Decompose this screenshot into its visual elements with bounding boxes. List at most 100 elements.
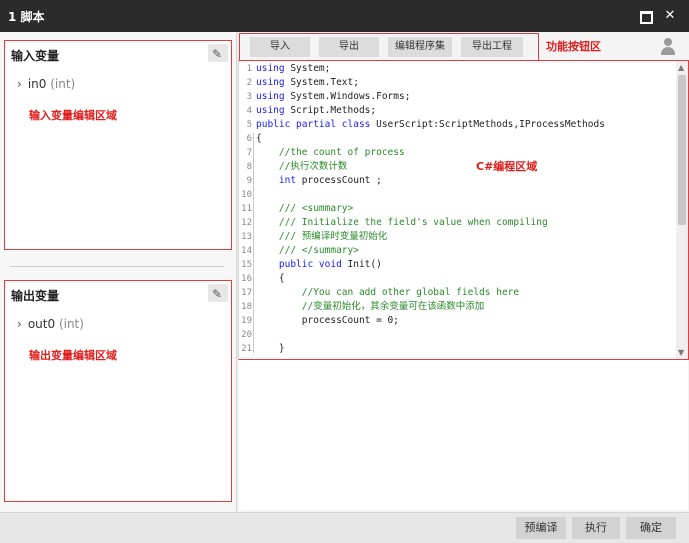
code-token: public partial class xyxy=(256,119,371,130)
code-token: //the count of process xyxy=(256,147,405,158)
execute-button[interactable]: 执行 xyxy=(572,517,620,539)
code-token: { xyxy=(256,133,262,144)
confirm-button[interactable]: 确定 xyxy=(626,517,676,539)
line-number: 11 xyxy=(241,204,252,214)
script-editor-area: 导入 导出 编辑程序集 导出工程 功能按钮区 1 2 3 4 5 6 7 8 9 10 11 12 13… xyxy=(238,32,689,512)
code-token: System.Text; xyxy=(284,77,359,88)
export-button[interactable]: 导出 xyxy=(319,37,379,57)
line-number: 18 xyxy=(241,302,252,312)
edit-output-variables-button[interactable]: ✎ xyxy=(208,284,228,302)
line-number-gutter: 1 2 3 4 5 6 7 8 9 10 11 12 13 14 15 16 17 18 19 20 21 xyxy=(239,61,253,359)
line-number: 4 xyxy=(246,106,252,116)
code-token: processCount ; xyxy=(296,175,382,186)
code-line[interactable]: public void Init() xyxy=(256,258,382,272)
code-token: /// 预编译时变量初始化 xyxy=(256,231,388,242)
code-token: public void xyxy=(256,259,342,270)
code-token: { xyxy=(256,273,285,284)
line-number: 7 xyxy=(246,148,252,158)
code-token: Script.Methods; xyxy=(284,105,377,116)
line-number: 2 xyxy=(246,78,252,88)
footer-bar: 预编译 执行 确定 xyxy=(0,512,689,543)
pencil-icon: ✎ xyxy=(212,47,223,61)
output-variable-type: (int) xyxy=(58,317,84,331)
line-number: 9 xyxy=(246,176,252,186)
vertical-scrollbar[interactable]: ▲ ▼ xyxy=(676,61,688,359)
code-line[interactable]: //变量初始化，其余变量可在该函数中添加 xyxy=(256,300,484,314)
line-number: 12 xyxy=(241,218,252,228)
input-variables-title: 输入变量 xyxy=(11,49,60,63)
code-line[interactable]: using System; xyxy=(256,62,330,76)
line-number: 13 xyxy=(241,232,252,242)
maximize-icon[interactable] xyxy=(637,7,655,25)
code-token: //You can add other global fields here xyxy=(256,287,520,298)
fold-guide xyxy=(253,133,254,353)
code-line[interactable]: public partial class UserScript:ScriptMe… xyxy=(256,118,605,132)
close-icon[interactable]: ✕ xyxy=(661,7,679,25)
line-number: 19 xyxy=(241,316,252,326)
output-variables-title: 输出变量 xyxy=(11,289,60,303)
code-token: Init() xyxy=(341,259,382,270)
function-buttons-annotation: 功能按钮区 xyxy=(546,40,601,53)
code-line[interactable]: processCount = 0; xyxy=(256,314,399,328)
code-line[interactable]: //the count of process xyxy=(256,146,405,160)
line-number: 10 xyxy=(241,190,252,200)
edit-input-variables-button[interactable]: ✎ xyxy=(208,44,228,62)
input-variables-panel: 输入变量 ✎ › in0 (int) 输入变量编辑区域 xyxy=(4,40,232,250)
chevron-right-icon: › xyxy=(17,77,22,91)
line-number: 17 xyxy=(241,288,252,298)
line-number: 8 xyxy=(246,162,252,172)
input-area-annotation: 输入变量编辑区域 xyxy=(29,109,117,122)
input-variable-item[interactable]: › in0 (int) xyxy=(17,77,75,91)
code-token: //执行次数计数 xyxy=(256,161,348,172)
precompile-button[interactable]: 预编译 xyxy=(516,517,566,539)
variables-sidebar: 输入变量 ✎ › in0 (int) 输入变量编辑区域 输出变量 ✎ › out0 … xyxy=(0,32,237,512)
title-bar: 1 脚本 ✕ xyxy=(0,0,689,32)
input-variable-type: (int) xyxy=(50,77,76,91)
code-token: } xyxy=(256,343,285,354)
user-icon[interactable] xyxy=(660,38,676,56)
line-number: 14 xyxy=(241,246,252,256)
code-line[interactable]: { xyxy=(256,272,285,286)
code-token: using xyxy=(256,91,285,102)
code-token: using xyxy=(256,77,285,88)
code-line[interactable]: //You can add other global fields here xyxy=(256,286,519,300)
panel-divider[interactable] xyxy=(10,266,224,267)
code-token: //变量初始化，其余变量可在该函数中添加 xyxy=(256,301,485,312)
code-token: UserScript:ScriptMethods,IProcessMethods xyxy=(370,119,605,130)
edit-assembly-button[interactable]: 编辑程序集 xyxy=(388,37,452,57)
scrollbar-thumb[interactable] xyxy=(678,75,686,225)
code-line[interactable]: int processCount ; xyxy=(256,174,382,188)
code-editor[interactable]: 1 2 3 4 5 6 7 8 9 10 11 12 13 14 15 16 17 18 19 20 21 using … xyxy=(238,60,689,360)
function-button-bar: 导入 导出 编辑程序集 导出工程 xyxy=(239,33,539,61)
code-line[interactable]: /// </summary> xyxy=(256,244,359,258)
export-project-button[interactable]: 导出工程 xyxy=(461,37,523,57)
code-line[interactable]: using System.Text; xyxy=(256,76,359,90)
import-button[interactable]: 导入 xyxy=(250,37,310,57)
code-token: System; xyxy=(284,63,331,74)
code-token: processCount = 0; xyxy=(256,315,399,326)
pencil-icon: ✎ xyxy=(212,287,223,301)
code-line[interactable]: } xyxy=(256,342,285,356)
code-token: using xyxy=(256,105,285,116)
line-number: 5 xyxy=(246,120,252,130)
code-line[interactable]: { xyxy=(256,132,262,146)
code-line[interactable]: using System.Windows.Forms; xyxy=(256,90,410,104)
code-line[interactable]: /// 预编译时变量初始化 xyxy=(256,230,387,244)
output-area-annotation: 输出变量编辑区域 xyxy=(29,349,117,362)
scroll-up-icon[interactable]: ▲ xyxy=(678,63,684,72)
code-line[interactable]: using Script.Methods; xyxy=(256,104,376,118)
code-line[interactable]: /// <summary> xyxy=(256,202,353,216)
code-text-area[interactable]: using System; using System.Text; using Sys… xyxy=(256,61,676,359)
code-token: /// Initialize the field's value when co… xyxy=(256,217,548,228)
code-line[interactable]: //执行次数计数 xyxy=(256,160,347,174)
code-token: int xyxy=(256,175,297,186)
line-number: 21 xyxy=(241,344,252,354)
scroll-down-icon[interactable]: ▼ xyxy=(678,348,684,357)
code-token: /// <summary> xyxy=(256,203,354,214)
line-number: 1 xyxy=(246,64,252,74)
code-line[interactable]: /// Initialize the field's value when co… xyxy=(256,216,548,230)
window-title: 1 脚本 xyxy=(8,10,45,24)
input-variable-name: in0 xyxy=(27,77,47,91)
line-number: 20 xyxy=(241,330,252,340)
output-variable-item[interactable]: › out0 (int) xyxy=(17,317,84,331)
